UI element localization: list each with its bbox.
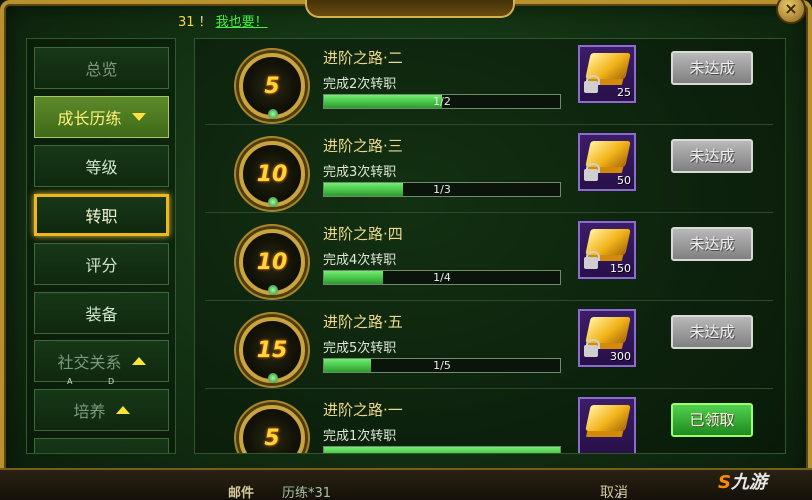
sidebar-item-partial[interactable] (34, 438, 169, 453)
sidebar-item-job-change[interactable]: 转职 (34, 194, 169, 236)
claimed-button[interactable]: 已领取 (671, 403, 753, 437)
reward-slot[interactable]: 300 (578, 309, 636, 367)
promo-number: 31 (178, 15, 195, 30)
medal-badge-icon: 10 (239, 141, 305, 207)
sidebar-item-label: 装备 (85, 305, 118, 324)
quest-row: 5 进阶之路·一 完成1次转职 已领取 (205, 391, 773, 453)
status-button[interactable]: 未达成 (671, 139, 753, 173)
quest-row: 10 进阶之路·三 完成3次转职 1/3 50 未达成 (205, 127, 773, 213)
chevron-up-icon (131, 357, 146, 365)
progress-bar: 1/5 (323, 358, 561, 373)
title-ornament (305, 0, 515, 18)
sidebar-item-label: 社交关系 (57, 353, 122, 372)
progress-fill (324, 447, 560, 453)
promo-link[interactable]: 我也要！ (216, 15, 268, 30)
gem-icon (268, 285, 278, 295)
reward-slot[interactable]: 50 (578, 133, 636, 191)
reward-amount: 25 (617, 86, 631, 99)
progress-text: 1/4 (433, 271, 451, 284)
sidebar-item-label: 培养 (73, 402, 106, 421)
promo-banner: 31！ 我也要！ (178, 11, 268, 30)
chevron-up-icon (115, 406, 130, 414)
sidebar-group-growth[interactable]: 成长历练 (34, 96, 169, 138)
medal-badge-icon: 15 (239, 317, 305, 383)
progress-text: 1/5 (433, 359, 451, 372)
progress-text: 1/2 (433, 95, 451, 108)
lock-icon (584, 75, 600, 93)
quest-title: 进阶之路·五 (323, 313, 403, 331)
sidebar-item-equipment[interactable]: 装备 (34, 292, 169, 334)
gem-icon (268, 109, 278, 119)
quest-row: 5 进阶之路·二 完成2次转职 1/2 25 未达成 (205, 39, 773, 125)
progress-text: 1/3 (433, 183, 451, 196)
joystick-label-a: A (67, 377, 73, 386)
medal-number: 5 (264, 73, 280, 99)
sidebar-item-label: 总览 (85, 60, 118, 79)
reward-amount: 50 (617, 174, 631, 187)
sidebar-item-overview[interactable]: 总览 (34, 47, 169, 89)
reward-slot[interactable]: 150 (578, 221, 636, 279)
quest-description: 完成3次转职 (323, 165, 397, 180)
quest-row: 10 进阶之路·四 完成4次转职 1/4 150 未达成 (205, 215, 773, 301)
hotkey-label: z (617, 491, 622, 500)
lock-icon (584, 339, 600, 357)
quest-description: 完成5次转职 (323, 341, 397, 356)
sidebar-item-label: 成长历练 (57, 109, 122, 128)
progress-bar (323, 446, 561, 453)
sidebar-item-label: 评分 (85, 256, 118, 275)
watermark-s: S (718, 472, 731, 493)
sidebar-item-label: 转职 (85, 207, 118, 226)
medal-number: 10 (256, 161, 288, 187)
quest-description: 完成4次转职 (323, 253, 397, 268)
sidebar-group-social[interactable]: 社交关系 (34, 340, 169, 382)
promo-bang: ！ (198, 15, 212, 30)
category-sidebar: 总览 成长历练 等级 转职 评分 装备 社交关系 培养 (26, 38, 176, 454)
quest-title: 进阶之路·二 (323, 49, 403, 67)
quest-title: 进阶之路·一 (323, 401, 403, 419)
status-button[interactable]: 未达成 (671, 315, 753, 349)
quest-description: 完成1次转职 (323, 429, 397, 444)
quest-list-panel: 5 进阶之路·二 完成2次转职 1/2 25 未达成 10 进阶之路·三 完成3… (194, 38, 786, 454)
progress-bar: 1/3 (323, 182, 561, 197)
medal-badge-icon: 5 (239, 53, 305, 119)
bottom-bar: 邮件 历练*31 取消 z (0, 468, 812, 500)
reward-slot[interactable] (578, 397, 636, 453)
status-button[interactable]: 未达成 (671, 51, 753, 85)
sidebar-item-label: 等级 (85, 158, 118, 177)
lock-icon (584, 251, 600, 269)
progress-bar: 1/2 (323, 94, 561, 109)
sidebar-group-cultivate[interactable]: 培养 (34, 389, 169, 431)
reward-amount: 300 (610, 350, 631, 363)
joystick-label-d: D (108, 377, 115, 386)
reward-amount: 150 (610, 262, 631, 275)
medal-badge-icon: 5 (239, 405, 305, 453)
mail-button[interactable]: 邮件 (228, 482, 254, 500)
watermark-logo: S九游 (718, 468, 767, 494)
progress-bar: 1/4 (323, 270, 561, 285)
sidebar-item-rating[interactable]: 评分 (34, 243, 169, 285)
status-button[interactable]: 未达成 (671, 227, 753, 261)
reward-slot[interactable]: 25 (578, 45, 636, 103)
experience-text: 历练*31 (282, 486, 332, 500)
quest-title: 进阶之路·三 (323, 137, 403, 155)
quest-title: 进阶之路·四 (323, 225, 403, 243)
sidebar-item-level[interactable]: 等级 (34, 145, 169, 187)
medal-number: 5 (264, 425, 280, 451)
medal-number: 15 (256, 337, 288, 363)
quest-row: 15 进阶之路·五 完成5次转职 1/5 300 未达成 (205, 303, 773, 389)
medal-badge-icon: 10 (239, 229, 305, 295)
gold-ingot-icon (585, 405, 631, 431)
quest-description: 完成2次转职 (323, 77, 397, 92)
cancel-button[interactable]: 取消 (600, 482, 628, 500)
gem-icon (268, 197, 278, 207)
chevron-down-icon (131, 113, 146, 121)
medal-number: 10 (256, 249, 288, 275)
lock-icon (584, 163, 600, 181)
gem-icon (268, 373, 278, 383)
watermark-text: 九游 (730, 472, 767, 493)
